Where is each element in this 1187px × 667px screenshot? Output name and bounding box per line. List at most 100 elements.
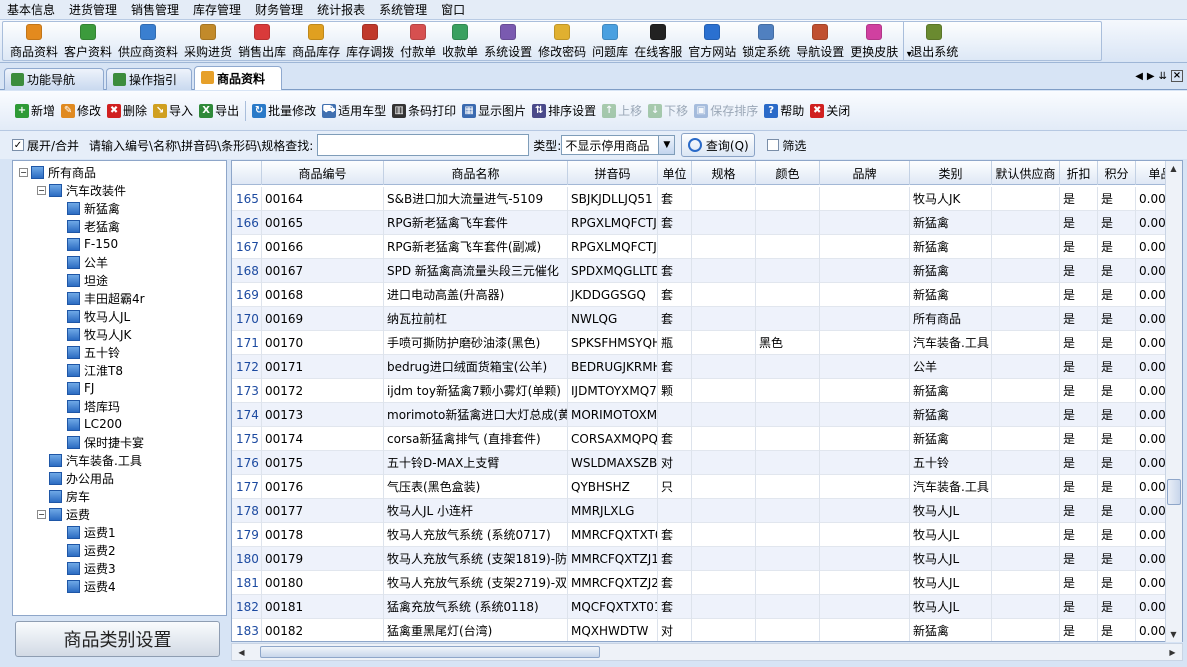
table-row[interactable]: 167 00166 RPG新老猛禽飞车套件(副减) RPGXLMQFCTJ 新猛禽是是 0… xyxy=(232,235,1182,259)
menu-item[interactable]: 系统管理 xyxy=(372,0,434,20)
dropdown-arrow-icon[interactable]: ▾ xyxy=(907,49,912,60)
table-row[interactable]: 174 00173 morimoto新猛禽进口大灯总成(黄边) MORIMOTOXMQ… xyxy=(232,403,1182,427)
tree-node[interactable]: 运费2 xyxy=(55,541,116,559)
tree-node[interactable]: 五十铃 xyxy=(55,343,120,361)
filter-checkbox[interactable] xyxy=(767,139,780,151)
tree-node[interactable]: 汽车装备.工具 xyxy=(37,451,142,469)
tab-close-icon[interactable]: × xyxy=(1171,70,1183,82)
table-row[interactable]: 180 00179 牧马人充放气系统 (支架1819)-防漏 MMRCFQXTZJ18… xyxy=(232,547,1182,571)
tree-node[interactable]: FJ xyxy=(55,379,94,397)
grid-column-header[interactable]: 积分 xyxy=(1098,161,1136,185)
toolbar-button[interactable]: 退出系统 xyxy=(903,22,961,60)
menu-item[interactable]: 进货管理 xyxy=(62,0,124,20)
search-input[interactable] xyxy=(317,134,530,156)
table-row[interactable]: 169 00168 进口电动高盖(升高器) JKDDGGSGQ 套新猛禽是是 0.00 xyxy=(232,283,1182,307)
toolbar-button[interactable]: 在线客服 xyxy=(631,22,685,60)
grid-column-header[interactable]: 商品编号 xyxy=(262,161,384,185)
toolbar-button[interactable]: 锁定系统 xyxy=(739,22,793,60)
tree-node[interactable]: 运费3 xyxy=(55,559,116,577)
scroll-up-icon[interactable]: ▲ xyxy=(1166,161,1181,176)
tree-node[interactable]: LC200 xyxy=(55,415,122,433)
tab-next-icon[interactable]: ▶ xyxy=(1147,71,1155,82)
goods-toolbar-button[interactable]: ⛟ 适用车型 xyxy=(319,99,389,123)
menu-item[interactable]: 财务管理 xyxy=(248,0,310,20)
toolbar-button[interactable]: 销售出库 xyxy=(235,22,289,60)
toolbar-button[interactable]: 库存调拨 xyxy=(343,22,397,60)
goods-toolbar-button[interactable]: ? 帮助 xyxy=(761,99,807,123)
tree-node[interactable]: 坦途 xyxy=(55,271,108,289)
table-row[interactable]: 183 00182 猛禽重黑尾灯(台湾) MQXHWDTW 对新猛禽是是 0.00 xyxy=(232,619,1182,641)
menu-item[interactable]: 统计报表 xyxy=(310,0,372,20)
chevron-down-icon[interactable]: ▼ xyxy=(658,136,675,154)
tree-node[interactable]: 老猛禽 xyxy=(55,217,120,235)
tree-node[interactable]: 保时捷卡宴 xyxy=(55,433,144,451)
toolbar-button[interactable]: 收款单 xyxy=(439,22,481,60)
grid-column-header[interactable]: 类别 xyxy=(910,161,992,185)
goods-toolbar-button[interactable]: ↻ 批量修改 xyxy=(249,99,319,123)
tree-node[interactable]: 运费1 xyxy=(55,523,116,541)
toolbar-button[interactable]: 系统设置 xyxy=(481,22,535,60)
toolbar-button[interactable]: 商品库存 xyxy=(289,22,343,60)
goods-toolbar-button[interactable]: ▦ 显示图片 xyxy=(459,99,529,123)
table-row[interactable]: 178 00177 牧马人JL 小连杆 MMRJLXLG 牧马人JL 是是 0.00 xyxy=(232,499,1182,523)
vertical-scroll-thumb[interactable] xyxy=(1167,479,1181,505)
toolbar-button[interactable]: 修改密码 xyxy=(535,22,589,60)
table-row[interactable]: 18200181猛禽充放气系统 (系统0118)MQCFQXTXT011套 牧马人… xyxy=(232,595,1182,619)
goods-toolbar-button[interactable]: ▥ 条码打印 xyxy=(389,99,459,123)
table-row[interactable]: 165 00164 S&B进口加大流量进气-5109 SBJKJDLLJQ51 套 牧马人… xyxy=(232,187,1182,211)
menu-item[interactable]: 基本信息 xyxy=(0,0,62,20)
grid-column-header[interactable] xyxy=(232,161,262,185)
goods-toolbar-button[interactable]: + 新增 xyxy=(12,99,58,123)
table-row[interactable]: 170 00169 纳瓦拉前杠 NWLQG 套所有商品是是 0.00 xyxy=(232,307,1182,331)
toolbar-button[interactable]: 供应商资料 xyxy=(115,22,181,60)
tree-node[interactable]: 塔库玛 xyxy=(55,397,120,415)
toolbar-button[interactable]: 采购进货 xyxy=(181,22,235,60)
table-row[interactable]: 171 00170 手喷可撕防护磨砂油漆(黑色) SPKSFHMSYQH 瓶 黑色 汽车装备… xyxy=(232,331,1182,355)
scroll-down-icon[interactable]: ▼ xyxy=(1166,627,1181,642)
table-row[interactable]: 168 00167 SPD 新猛禽高流量头段三元催化 SPDXMQGLLTD 套 新猛禽 是… xyxy=(232,259,1182,283)
grid-column-header[interactable]: 品牌 xyxy=(820,161,910,185)
tree-expander-icon[interactable]: − xyxy=(37,185,46,195)
goods-toolbar-button[interactable]: ⇅ 排序设置 xyxy=(529,99,599,123)
tree-expander-icon[interactable]: − xyxy=(19,167,28,177)
grid-column-header[interactable]: 单位 xyxy=(658,161,692,185)
tree-node[interactable]: 办公用品 xyxy=(37,469,114,487)
grid-column-header[interactable]: 颜色 xyxy=(756,161,820,185)
table-row[interactable]: 173 00172 ijdm toy新猛禽7颗小雾灯(单颗) IJDMTOYXMQ7K… xyxy=(232,379,1182,403)
tab-list-icon[interactable]: ⇊ xyxy=(1159,71,1167,82)
toolbar-button[interactable]: 导航设置 xyxy=(793,22,847,60)
table-row[interactable]: 166 00165 RPG新老猛禽飞车套件 RPGXLMQFCTJ 套新猛禽是是 0.00 xyxy=(232,211,1182,235)
goods-toolbar-button[interactable]: X 导出 xyxy=(196,99,242,123)
tab-prev-icon[interactable]: ◀ xyxy=(1135,71,1143,82)
type-select[interactable]: 不显示停用商品 ▼ xyxy=(561,135,676,155)
tree-node[interactable]: 运费4 xyxy=(55,577,116,595)
goods-toolbar-button[interactable]: ✖ 关闭 xyxy=(807,99,853,123)
query-button[interactable]: 查询(Q) xyxy=(681,133,756,157)
horizontal-scrollbar[interactable]: ◀ ▶ xyxy=(231,643,1183,661)
goods-toolbar-button[interactable]: ↘ 导入 xyxy=(150,99,196,123)
tree-node[interactable]: 牧马人JK xyxy=(55,325,131,343)
toolbar-button[interactable]: 客户资料 xyxy=(61,22,115,60)
goods-toolbar-button[interactable]: ✖ 删除 xyxy=(104,99,150,123)
scroll-left-icon[interactable]: ◀ xyxy=(234,645,249,660)
grid-column-header[interactable]: 折扣 xyxy=(1060,161,1098,185)
tree-node[interactable]: − 所有商品 xyxy=(19,163,96,181)
tree-node[interactable]: 房车 xyxy=(37,487,90,505)
tab-item[interactable]: 操作指引 xyxy=(106,68,192,90)
menu-item[interactable]: 窗口 xyxy=(434,0,472,20)
grid-column-header[interactable]: 拼音码 xyxy=(568,161,658,185)
table-row[interactable]: 175 00174 corsa新猛禽排气 (直排套件) CORSAXMQPQZ 套 新猛禽… xyxy=(232,427,1182,451)
menu-item[interactable]: 销售管理 xyxy=(124,0,186,20)
horizontal-scroll-thumb[interactable] xyxy=(260,646,600,658)
tree-node[interactable]: 江淮T8 xyxy=(55,361,123,379)
grid-column-header[interactable]: 商品名称 xyxy=(384,161,568,185)
tree-node[interactable]: − 运费 xyxy=(37,505,90,523)
tree-node[interactable]: 牧马人JL xyxy=(55,307,130,325)
tree-node[interactable]: − 汽车改装件 xyxy=(37,181,126,199)
tree-node[interactable]: 丰田超霸4r xyxy=(55,289,145,307)
tab-item[interactable]: 商品资料 xyxy=(194,66,282,90)
menu-item[interactable]: 库存管理 xyxy=(186,0,248,20)
table-row[interactable]: 177 00176 气压表(黑色盒装) QYBHSHZ 只汽车装备.工具是是 0.00 xyxy=(232,475,1182,499)
table-row[interactable]: 176 00175 五十铃D-MAX上支臂 WSLDMAXSZB 对五十铃是是 0.00 xyxy=(232,451,1182,475)
toolbar-button[interactable]: 更换皮肤 ▾ xyxy=(847,22,912,60)
